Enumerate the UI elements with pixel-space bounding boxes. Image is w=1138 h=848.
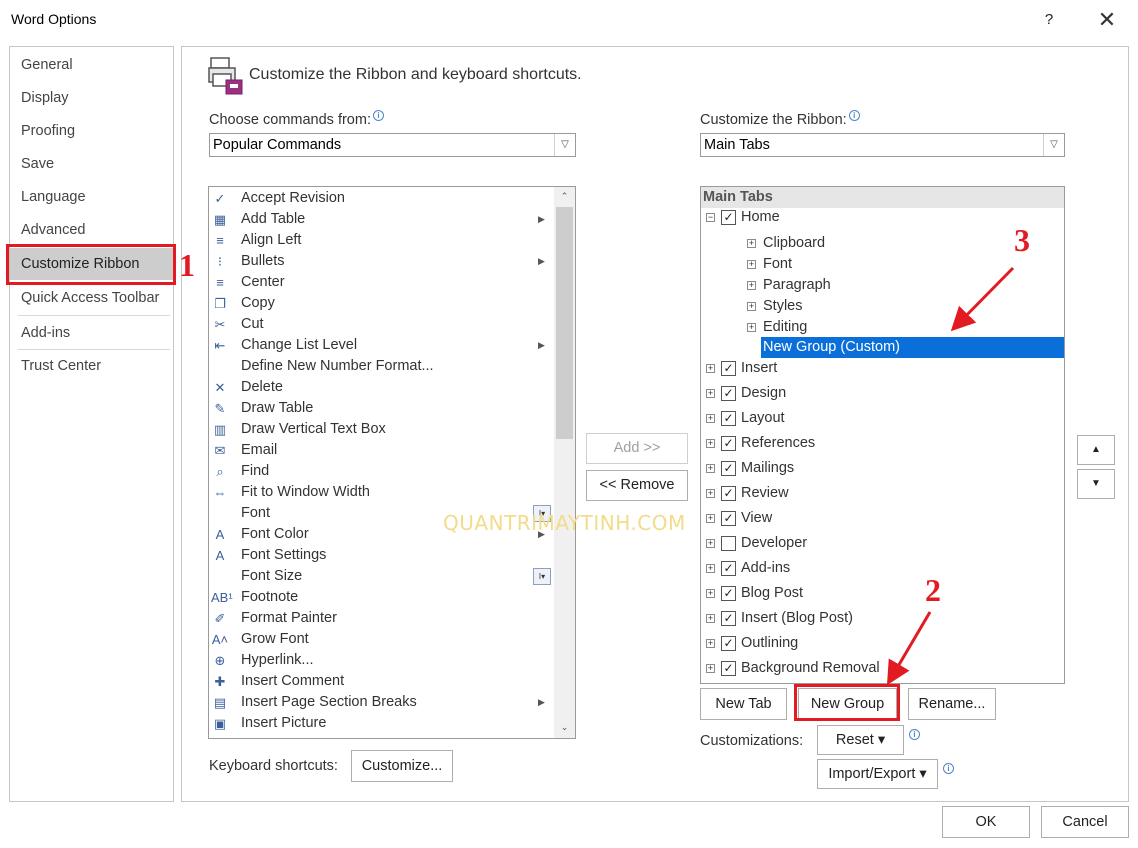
annotation-arrows: [886, 266, 1015, 686]
arrow-to-new-group-item: [950, 266, 1015, 332]
arrow-to-new-group: [886, 611, 932, 686]
